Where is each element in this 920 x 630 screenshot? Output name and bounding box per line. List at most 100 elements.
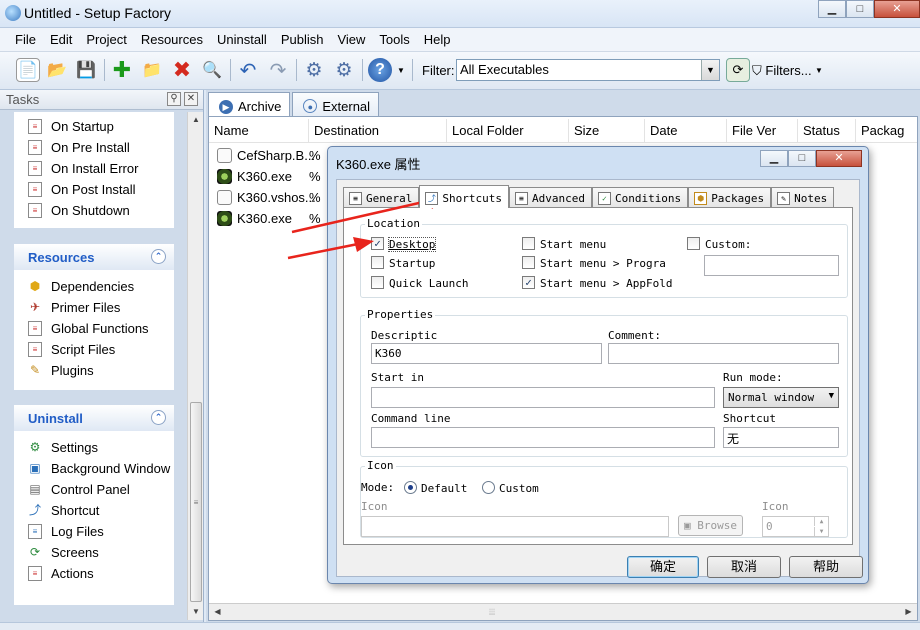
task-actions[interactable]: ≡ Actions [14, 563, 174, 584]
custom-location-input[interactable] [704, 255, 839, 276]
pin-icon[interactable]: ⚲ [167, 92, 181, 106]
spin-down-icon[interactable]: ▼ [814, 527, 828, 536]
open-folder-icon[interactable]: 📂 [45, 58, 69, 82]
help-button[interactable]: 帮助 [789, 556, 863, 578]
start-in-input[interactable] [371, 387, 715, 408]
task-screens[interactable]: ⟳ Screens [14, 542, 174, 563]
cancel-button[interactable]: 取消 [707, 556, 781, 578]
menu-help[interactable]: Help [417, 32, 458, 47]
delete-icon[interactable]: ✖ [170, 57, 194, 82]
collapse-icon[interactable]: ⌃ [151, 410, 166, 425]
start-menu-appfolder-checkbox[interactable]: ✓ [522, 276, 535, 289]
shortcut-key-input[interactable]: 无 [723, 427, 839, 448]
uninstall-group-header[interactable]: Uninstall ⌃ [14, 405, 174, 431]
task-shortcut[interactable]: ⤴ Shortcut [14, 500, 174, 521]
filters-button[interactable]: ⛉ Filters... [752, 63, 812, 79]
spin-up-icon[interactable]: ▲ [814, 517, 828, 526]
start-menu-programs-checkbox[interactable] [522, 256, 535, 269]
column-file-ver[interactable]: File Ver [727, 119, 798, 143]
tab-advanced[interactable]: ≡ Advanced [508, 187, 592, 207]
new-file-icon[interactable]: 📄 [16, 58, 40, 82]
add-file-icon[interactable]: ✚ [110, 57, 134, 82]
menu-publish[interactable]: Publish [274, 32, 331, 47]
minimize-button[interactable]: ▁ [818, 0, 846, 18]
task-script-files[interactable]: ≡ Script Files [14, 339, 174, 360]
description-input[interactable]: K360 [371, 343, 602, 364]
add-folder-icon[interactable]: 📁 [140, 58, 164, 82]
column-package[interactable]: Packag [856, 119, 917, 143]
dialog-minimize-button[interactable]: ▁ [760, 150, 788, 167]
icon-path-input[interactable] [361, 516, 669, 537]
scroll-grip[interactable]: ⦙⦙⦙ [489, 607, 495, 618]
scroll-up-arrow[interactable]: ▲ [188, 112, 204, 128]
custom-location-checkbox[interactable] [687, 237, 700, 250]
redo-icon[interactable]: ↷ [266, 58, 290, 82]
close-button[interactable]: ✕ [874, 0, 920, 18]
start-menu-checkbox[interactable] [522, 237, 535, 250]
column-date[interactable]: Date [645, 119, 727, 143]
tab-external[interactable]: ● External [292, 92, 380, 116]
task-on-install-error[interactable]: ≡ On Install Error [14, 158, 174, 179]
default-icon-radio[interactable] [404, 481, 417, 494]
task-control-panel[interactable]: ▤ Control Panel [14, 479, 174, 500]
task-dependencies[interactable]: ⬢ Dependencies [14, 276, 174, 297]
table-row[interactable]: K360.exe% [215, 208, 321, 229]
table-row[interactable]: CefSharp.B...% [215, 145, 321, 166]
custom-icon-radio[interactable] [482, 481, 495, 494]
horizontal-scrollbar[interactable]: ◀ ⦙⦙⦙ ▶ [209, 603, 917, 620]
tab-general[interactable]: ≡ General [343, 187, 420, 207]
ok-button[interactable]: 确定 [627, 556, 699, 578]
scroll-right-arrow[interactable]: ▶ [900, 604, 917, 620]
resources-group-header[interactable]: Resources ⌃ [14, 244, 174, 270]
task-on-shutdown[interactable]: ≡ On Shutdown [14, 200, 174, 221]
dialog-close-button[interactable]: ✕ [816, 150, 862, 167]
table-row[interactable]: K360.exe% [215, 166, 321, 187]
quick-launch-checkbox[interactable] [371, 276, 384, 289]
menu-edit[interactable]: Edit [43, 32, 79, 47]
menu-view[interactable]: View [330, 32, 372, 47]
column-status[interactable]: Status [798, 119, 856, 143]
column-local-folder[interactable]: Local Folder [447, 119, 569, 143]
tab-archive[interactable]: ▶ Archive [208, 92, 291, 117]
tab-notes[interactable]: ✎ Notes [771, 187, 835, 207]
desktop-checkbox[interactable]: ✓ [371, 237, 384, 250]
chevron-down-icon[interactable]: ▼ [396, 58, 406, 82]
task-log-files[interactable]: ≡ Log Files [14, 521, 174, 542]
task-background-window[interactable]: ▣ Background Window [14, 458, 174, 479]
task-plugins[interactable]: ✎ Plugins [14, 360, 174, 381]
column-destination[interactable]: Destination [309, 119, 447, 143]
task-primer-files[interactable]: ✈ Primer Files [14, 297, 174, 318]
undo-icon[interactable]: ↶ [236, 58, 260, 82]
tasks-scrollbar[interactable]: ▲ ≡ ▼ [187, 112, 203, 620]
refresh-filter-icon[interactable]: ⟳ [726, 58, 750, 82]
maximize-button[interactable]: □ [846, 0, 874, 18]
browse-button[interactable]: ▣ Browse [678, 515, 743, 536]
settings-gear-icon[interactable]: ⚙ [332, 58, 356, 82]
chevron-down-icon[interactable]: ▼ [814, 58, 824, 82]
tab-packages[interactable]: ⬢ Packages [688, 187, 772, 207]
scroll-down-arrow[interactable]: ▼ [188, 604, 204, 620]
build-gear-icon[interactable]: ⚙ [302, 58, 326, 82]
collapse-icon[interactable]: ⌃ [151, 249, 166, 264]
run-mode-select[interactable]: Normal window ▼ [723, 387, 839, 408]
scroll-thumb[interactable]: ≡ [190, 402, 202, 602]
dialog-maximize-button[interactable]: □ [788, 150, 816, 167]
menu-tools[interactable]: Tools [372, 32, 416, 47]
column-name[interactable]: Name [209, 119, 309, 143]
task-on-startup[interactable]: ≡ On Startup [14, 116, 174, 137]
comment-input[interactable] [608, 343, 839, 364]
task-on-post-install[interactable]: ≡ On Post Install [14, 179, 174, 200]
task-settings[interactable]: ⚙ Settings [14, 437, 174, 458]
tab-shortcuts[interactable]: ⤴ Shortcuts [419, 185, 509, 208]
tab-conditions[interactable]: ✓ Conditions [591, 187, 689, 207]
filter-select[interactable]: All Executables ▼ [456, 59, 720, 81]
menu-project[interactable]: Project [79, 32, 133, 47]
scroll-left-arrow[interactable]: ◀ [209, 604, 226, 620]
save-icon[interactable]: 💾 [74, 58, 98, 82]
icon-index-spinner[interactable]: 0 ▲ ▼ [762, 516, 829, 537]
command-line-input[interactable] [371, 427, 715, 448]
task-global-functions[interactable]: ≡ Global Functions [14, 318, 174, 339]
startup-checkbox[interactable] [371, 256, 384, 269]
close-icon[interactable]: ✕ [184, 92, 198, 106]
menu-uninstall[interactable]: Uninstall [210, 32, 274, 47]
